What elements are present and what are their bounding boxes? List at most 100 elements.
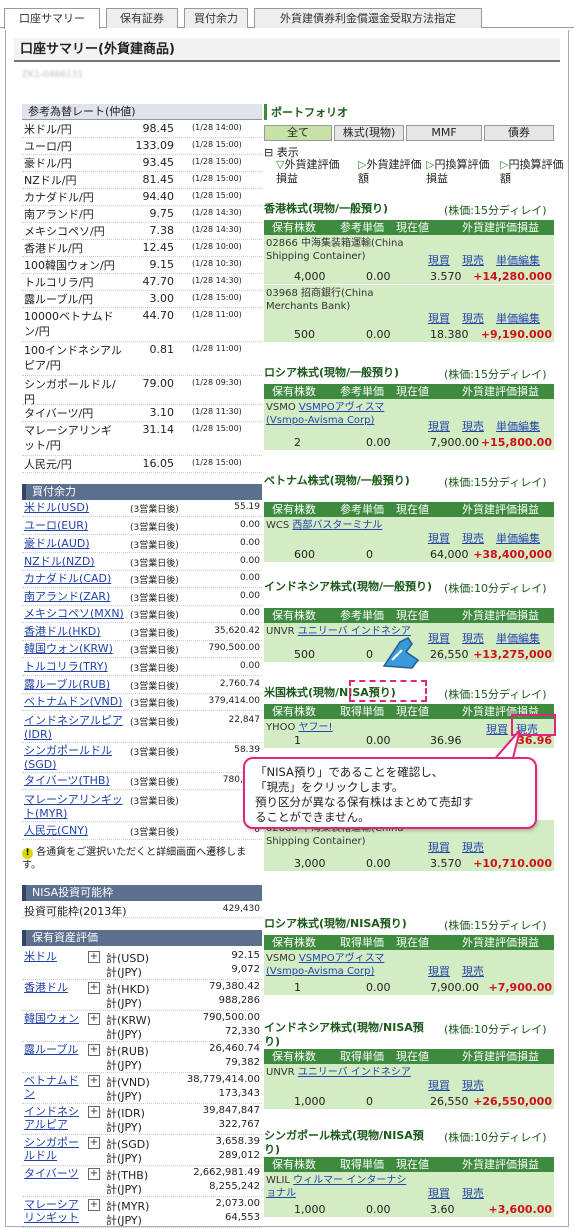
holding-label-jpy: 計(JPY) bbox=[106, 1121, 142, 1134]
holding-currency-link[interactable]: タイバーツ bbox=[24, 1167, 84, 1180]
tab-buying-power[interactable]: 買付余力 bbox=[184, 8, 248, 28]
holding-currency-link[interactable]: ベトナムドン bbox=[24, 1074, 84, 1100]
expand-plus-icon[interactable]: + bbox=[88, 951, 100, 963]
action-buy-link[interactable]: 現買 bbox=[428, 1185, 450, 1201]
action-edit-price-link[interactable]: 単価編集 bbox=[496, 530, 540, 546]
buying-value: 0.00 bbox=[239, 573, 260, 583]
price: 7,900.00 bbox=[430, 436, 479, 449]
sort-option[interactable]: ▷円換算評価損益 bbox=[426, 158, 498, 186]
portfolio-tab-all[interactable]: 全て bbox=[264, 125, 332, 141]
sort-option[interactable]: ▽外貨建評価損益 bbox=[276, 158, 348, 186]
holding-row: 米ドル + 計(USD) 92.15 計(JPY) 9,072 bbox=[22, 949, 262, 980]
buying-currency-link[interactable]: NZドル(NZD) bbox=[24, 555, 124, 569]
stock-name: VSMO VSMPOアヴィスマ(Vsmpo-Avisma Corp) bbox=[266, 952, 416, 978]
section-col-header: 保有株数 取得単価 現在値 外貨建評価損益 bbox=[264, 1049, 554, 1064]
buying-currency-link[interactable]: カナダドル(CAD) bbox=[24, 572, 124, 586]
holding-value-fx: 2,073.00 bbox=[215, 1198, 260, 1209]
buying-settle: (3営業日後) bbox=[130, 646, 179, 656]
expand-plus-icon[interactable]: + bbox=[88, 1168, 100, 1180]
action-edit-price-link[interactable]: 単価編集 bbox=[496, 418, 540, 434]
action-buy-link[interactable]: 現買 bbox=[428, 839, 450, 855]
holding-currency-link[interactable]: 韓国ウォン bbox=[24, 1012, 84, 1025]
action-edit-price-link[interactable]: 単価編集 bbox=[496, 310, 540, 326]
holding-value-jpy: 64,553 bbox=[225, 1212, 260, 1223]
holding-row: 韓国ウォン + 計(KRW) 790,500.00 計(JPY) 72,330 bbox=[22, 1011, 262, 1042]
action-sell-link[interactable]: 現売 bbox=[462, 1077, 484, 1093]
expand-plus-icon[interactable]: + bbox=[88, 1137, 100, 1149]
tab-holdings[interactable]: 保有証券 bbox=[106, 8, 178, 28]
holding-currency-link[interactable]: マレーシアリンギット bbox=[24, 1198, 84, 1224]
action-buy-link[interactable]: 現買 bbox=[428, 252, 450, 268]
stock-name-link[interactable]: ユニリーバ インドネシア bbox=[298, 1067, 411, 1078]
action-sell-link[interactable]: 現売 bbox=[462, 530, 484, 546]
expand-plus-icon[interactable]: + bbox=[88, 1044, 100, 1056]
buying-currency-link[interactable]: 韓国ウォン(KRW) bbox=[24, 642, 124, 656]
rate-time: (1/28 15:00) bbox=[192, 293, 242, 302]
col-header: 保有株数 bbox=[272, 609, 316, 622]
rate-currency: 露ルーブル/円 bbox=[24, 293, 94, 306]
expand-plus-icon[interactable]: + bbox=[88, 1013, 100, 1025]
tab-coupon-receipt[interactable]: 外貨建債券利金償還金受取方法指定 bbox=[254, 8, 482, 28]
holding-currency-link[interactable]: シンガポールドル bbox=[24, 1136, 84, 1162]
buying-currency-link[interactable]: タイバーツ(THB) bbox=[24, 774, 124, 788]
buying-currency-link[interactable]: ユーロ(EUR) bbox=[24, 519, 124, 533]
action-edit-price-link[interactable]: 単価編集 bbox=[496, 630, 540, 646]
action-buy-link[interactable]: 現買 bbox=[428, 418, 450, 434]
expand-plus-icon[interactable]: + bbox=[88, 1106, 100, 1118]
callout-line-1: 「NISA預り」であることを確認し、 bbox=[255, 765, 444, 779]
buying-currency-link[interactable]: ベトナムドン(VND) bbox=[24, 695, 124, 709]
action-sell-link[interactable]: 現売 bbox=[462, 839, 484, 855]
stock-name-link[interactable]: 西部バスターミナル bbox=[292, 520, 382, 531]
holding-currency-link[interactable]: 香港ドル bbox=[24, 981, 84, 994]
rate-currency: シンガポールドル/円 bbox=[24, 378, 116, 406]
sort-option[interactable]: ▷円換算評価額 bbox=[500, 158, 572, 186]
rate-time: (1/28 14:30) bbox=[192, 225, 242, 234]
buying-currency-link[interactable]: 香港ドル(HKD) bbox=[24, 625, 124, 639]
action-sell-link[interactable]: 現売 bbox=[462, 310, 484, 326]
buying-currency-link[interactable]: 南アランド(ZAR) bbox=[24, 590, 124, 604]
buying-currency-link[interactable]: メキシコペソ(MXN) bbox=[24, 607, 124, 621]
buying-currency-link[interactable]: シンガポールドル(SGD) bbox=[24, 744, 124, 772]
cost: 0 bbox=[366, 548, 373, 561]
rate-value: 16.05 bbox=[142, 457, 175, 470]
action-buy-link[interactable]: 現買 bbox=[428, 963, 450, 979]
holding-currency-link[interactable]: 米ドル bbox=[24, 950, 84, 963]
action-edit-price-link[interactable]: 単価編集 bbox=[496, 252, 540, 268]
action-buy-link[interactable]: 現買 bbox=[428, 1077, 450, 1093]
action-sell-link[interactable]: 現売 bbox=[462, 1185, 484, 1201]
stock-name-link[interactable]: ヤフー! bbox=[299, 722, 333, 733]
action-buy-link[interactable]: 現買 bbox=[428, 530, 450, 546]
pl-value: +9,190.000 bbox=[480, 328, 552, 341]
rate-currency: メキシコペソ/円 bbox=[24, 225, 105, 238]
buying-currency-link[interactable]: 露ルーブル(RUB) bbox=[24, 678, 124, 692]
expand-plus-icon[interactable]: + bbox=[88, 982, 100, 994]
col-header: 外貨建評価損益 bbox=[462, 385, 539, 398]
action-sell-link[interactable]: 現売 bbox=[462, 252, 484, 268]
buying-currency-link[interactable]: 米ドル(USD) bbox=[24, 501, 124, 515]
buying-currency-link[interactable]: 豪ドル(AUD) bbox=[24, 537, 124, 551]
buying-currency-link[interactable]: 人民元(CNY) bbox=[24, 824, 124, 838]
holding-currency-link[interactable]: 露ルーブル bbox=[24, 1043, 84, 1056]
buying-currency-link[interactable]: トルコリラ(TRY) bbox=[24, 660, 124, 674]
portfolio-tab-mmf[interactable]: MMF bbox=[406, 125, 482, 141]
buying-currency-link[interactable]: インドネシアルピア(IDR) bbox=[24, 714, 124, 742]
portfolio-tab-bond[interactable]: 債券 bbox=[484, 125, 554, 141]
rate-value: 9.15 bbox=[149, 258, 175, 271]
action-sell-link[interactable]: 現売 bbox=[462, 418, 484, 434]
position-row: VSMO VSMPOアヴィスマ(Vsmpo-Avisma Corp) 2 0.00 7… bbox=[264, 399, 554, 451]
buying-settle: (3営業日後) bbox=[130, 699, 179, 709]
sort-option[interactable]: ▷外貨建評価額 bbox=[358, 158, 430, 186]
holding-currency-link[interactable]: インドネシアルピア bbox=[24, 1105, 84, 1131]
buying-currency-link[interactable]: マレーシアリンギット(MYR) bbox=[24, 793, 124, 821]
expand-plus-icon[interactable]: + bbox=[88, 1199, 100, 1211]
tab-account-summary[interactable]: 口座サマリー bbox=[4, 8, 100, 29]
action-sell-link[interactable]: 現売 bbox=[462, 630, 484, 646]
action-sell-link[interactable]: 現売 bbox=[462, 963, 484, 979]
portfolio-tab-stock[interactable]: 株式(現物) bbox=[334, 125, 404, 141]
pointer-hand-icon bbox=[378, 630, 422, 674]
buying-row: マレーシアリンギット(MYR)(3営業日後)237 bbox=[22, 792, 262, 822]
expand-plus-icon[interactable]: + bbox=[88, 1075, 100, 1087]
action-buy-link[interactable]: 現買 bbox=[428, 630, 450, 646]
action-buy-link[interactable]: 現買 bbox=[428, 310, 450, 326]
col-header: 保有株数 bbox=[272, 1050, 316, 1063]
